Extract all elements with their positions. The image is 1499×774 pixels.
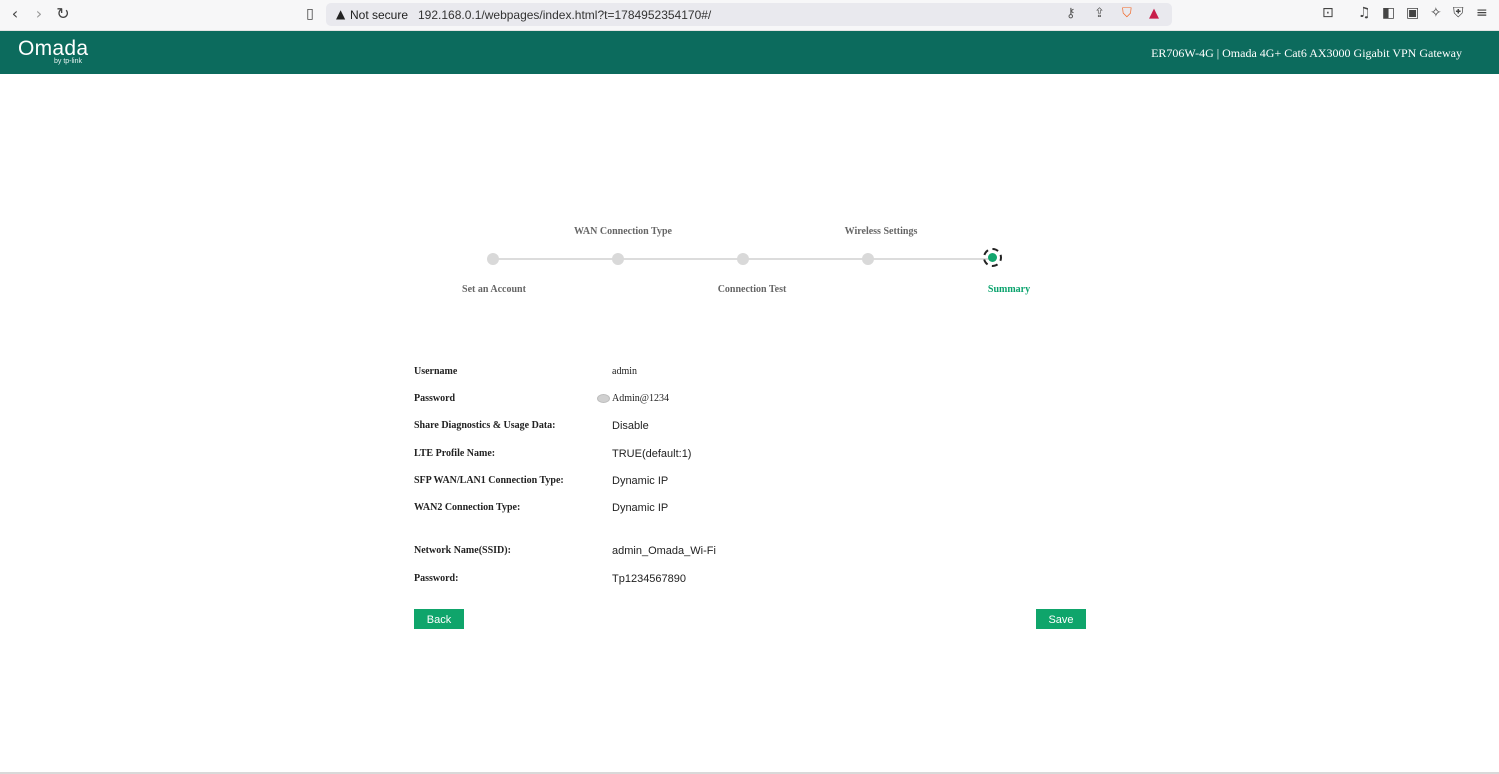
screenshot-icon[interactable]: ⊡	[1322, 5, 1334, 21]
menu-icon[interactable]: ≡	[1476, 5, 1488, 21]
wallet-icon[interactable]: ▣	[1406, 5, 1419, 21]
leo-ai-icon[interactable]: ✧	[1430, 5, 1442, 21]
step-label-summary: Summary	[987, 284, 1031, 295]
app-header: Omada by tp-link ER706W-4G | Omada 4G+ C…	[0, 31, 1499, 74]
forward-arrow-icon[interactable]: ›	[30, 5, 48, 23]
url-text[interactable]: 192.168.0.1/webpages/index.html?t=178495…	[418, 8, 711, 22]
sfp-connection-type-label: SFP WAN/LAN1 Connection Type:	[414, 475, 564, 486]
reload-icon[interactable]: ↻	[54, 5, 72, 23]
username-value: admin	[612, 366, 637, 377]
active-step-indicator	[988, 253, 997, 262]
show-password-eye-icon[interactable]	[597, 394, 610, 403]
browser-toolbar: ‹ › ↻ ▯ ▲ Not secure 192.168.0.1/webpage…	[0, 0, 1499, 31]
step-label-wan-connection: WAN Connection Type	[574, 226, 672, 237]
lte-profile-label: LTE Profile Name:	[414, 448, 496, 459]
step-label-wireless-settings: Wireless Settings	[844, 226, 918, 237]
device-model-info: ER706W-4G | Omada 4G+ Cat6 AX3000 Gigabi…	[1151, 46, 1462, 60]
password-label: Password	[414, 393, 456, 404]
step-dot-wan-connection	[612, 253, 624, 265]
save-button[interactable]: Save	[1036, 609, 1086, 629]
step-label-set-account: Set an Account	[462, 284, 526, 295]
diagnostics-value: Disable	[612, 420, 649, 432]
warning-icon: ▲	[336, 7, 346, 21]
step-dot-connection-test	[737, 253, 749, 265]
wan2-connection-type-label: WAN2 Connection Type:	[414, 502, 521, 513]
back-arrow-icon[interactable]: ‹	[6, 5, 24, 23]
lte-profile-value: TRUE(default:1)	[612, 448, 692, 460]
password-value: Admin@1234	[612, 393, 669, 404]
key-icon[interactable]: ⚷	[1066, 6, 1076, 21]
share-icon[interactable]: ⇪	[1094, 6, 1105, 21]
wifi-password-value: Tp1234567890	[612, 573, 687, 585]
music-icon[interactable]: ♫	[1358, 5, 1371, 21]
brave-rewards-icon[interactable]: ▲	[1149, 6, 1159, 21]
step-dot-wireless-settings	[862, 253, 874, 265]
username-label: Username	[414, 366, 458, 377]
vpn-shield-icon[interactable]: ⛨	[1453, 5, 1464, 21]
step-label-connection-test: Connection Test	[717, 284, 787, 295]
wan2-connection-type-value: Dynamic IP	[612, 502, 669, 514]
address-bar[interactable]: ▲ Not secure 192.168.0.1/webpages/index.…	[326, 3, 1172, 26]
diagnostics-label: Share Diagnostics & Usage Data:	[414, 420, 556, 431]
step-dot-summary	[983, 248, 1002, 267]
ssid-label: Network Name(SSID):	[414, 545, 511, 556]
bookmark-icon[interactable]: ▯	[301, 5, 319, 23]
sidebar-icon[interactable]: ◧	[1382, 5, 1395, 21]
logo-subtitle: by tp-link	[54, 58, 83, 65]
sfp-connection-type-value: Dynamic IP	[612, 475, 669, 487]
step-dot-set-account	[487, 253, 499, 265]
wifi-password-label: Password:	[414, 573, 459, 584]
ssid-value: admin_Omada_Wi-Fi	[612, 545, 716, 557]
brave-shield-icon[interactable]: ⛉	[1122, 6, 1132, 21]
security-label[interactable]: Not secure	[350, 8, 408, 22]
back-button[interactable]: Back	[414, 609, 464, 629]
